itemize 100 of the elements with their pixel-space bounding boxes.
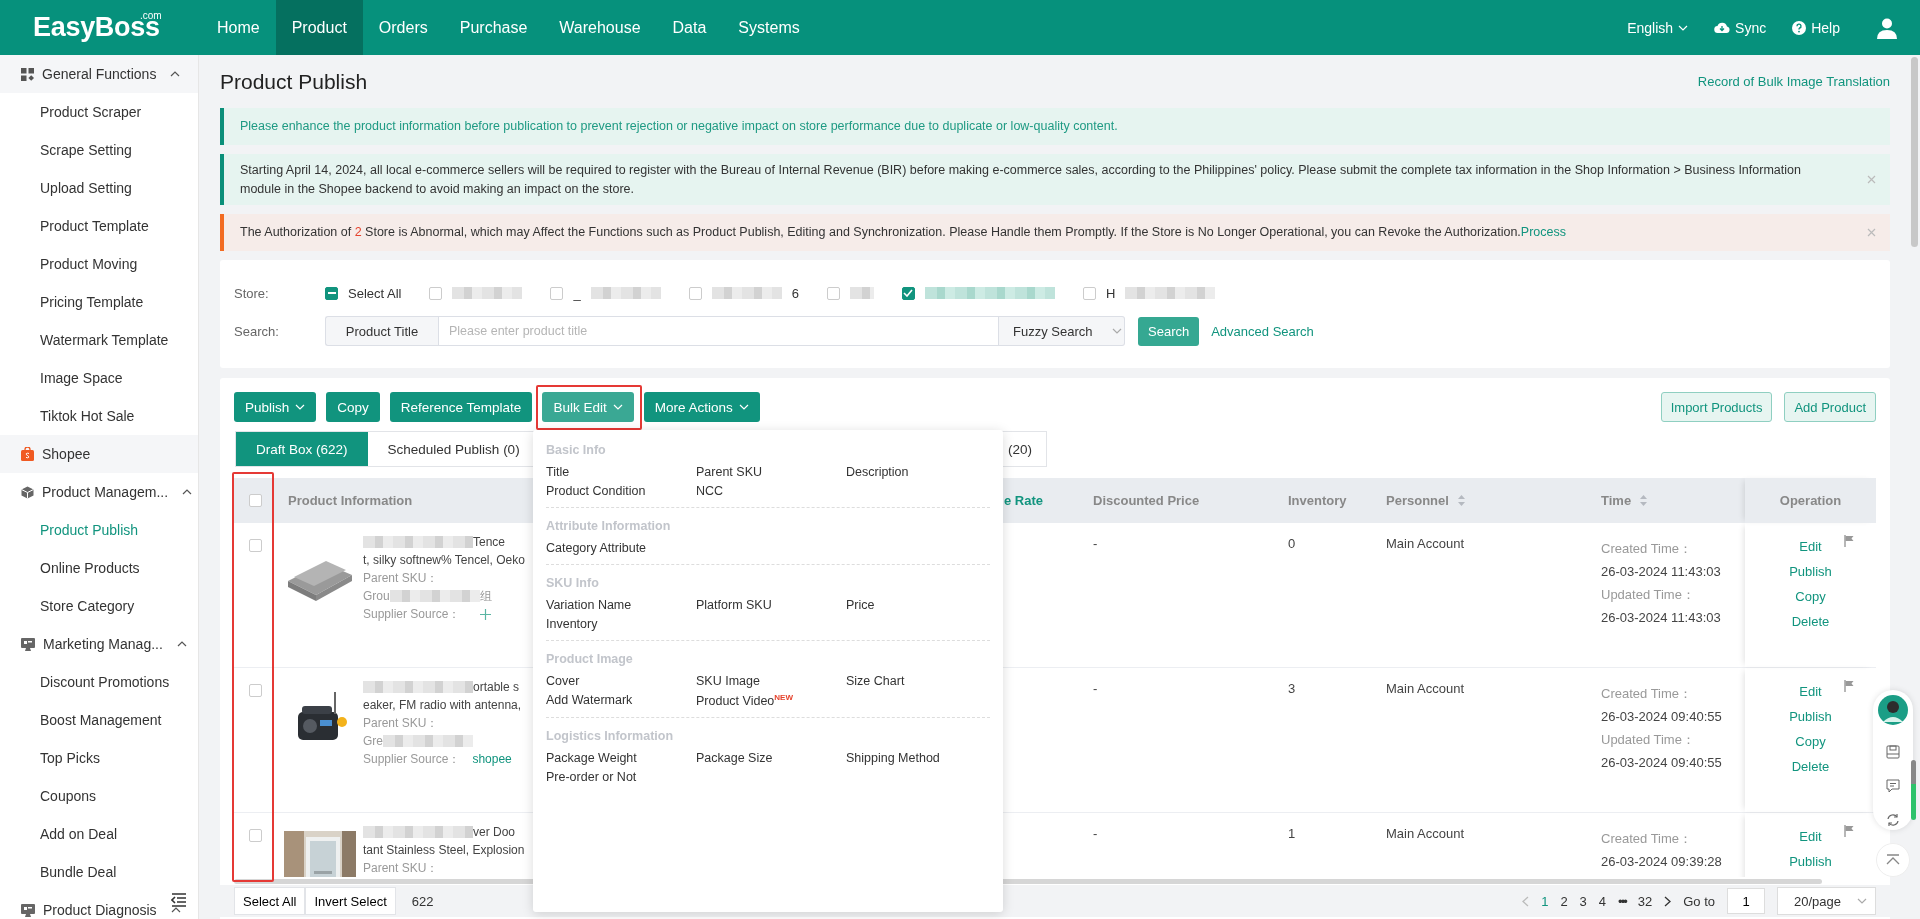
page-scrollbar[interactable] <box>1911 57 1918 247</box>
refresh-icon[interactable] <box>1886 813 1900 827</box>
close-icon[interactable] <box>1867 227 1876 237</box>
checkbox[interactable] <box>429 286 443 300</box>
select-all-button[interactable]: Select All <box>234 887 306 915</box>
help-button[interactable]: Help <box>1792 19 1840 36</box>
operation-link[interactable]: Publish <box>1789 709 1832 724</box>
sidebar-item[interactable]: Online Products <box>0 549 198 587</box>
menu-item[interactable]: Shipping Method <box>846 751 996 766</box>
checkbox[interactable] <box>826 286 840 300</box>
page-input[interactable]: 1 <box>1727 888 1765 914</box>
menu-item[interactable]: Cover <box>546 674 696 688</box>
page-number[interactable]: 4 <box>1598 893 1607 909</box>
sidebar-section[interactable]: Shopee <box>0 435 198 473</box>
chat-icon[interactable] <box>1886 779 1900 793</box>
search-field-selector[interactable]: Product Title <box>325 316 438 346</box>
toolbar-button[interactable]: Reference Template <box>389 392 533 422</box>
menu-item[interactable]: Platform SKU <box>696 598 846 612</box>
sidebar-item[interactable]: Pricing Template <box>0 283 198 321</box>
page-size-dropdown[interactable]: 20/page <box>1777 887 1876 915</box>
operation-link[interactable]: Edit <box>1799 539 1822 554</box>
sidebar-item[interactable]: Bundle Deal <box>0 853 198 891</box>
supplier-link[interactable]: shopee <box>472 750 512 768</box>
operation-link[interactable]: Publish <box>1789 854 1832 869</box>
advanced-search-link[interactable]: Advanced Search <box>1211 323 1314 339</box>
checkbox[interactable] <box>325 286 338 300</box>
page-number[interactable]: 3 <box>1579 893 1587 909</box>
flag-icon[interactable] <box>1844 535 1854 547</box>
sidebar-item[interactable]: Watermark Template <box>0 321 198 359</box>
nav-tab[interactable]: Warehouse <box>543 0 657 55</box>
sidebar-group[interactable]: Product Diagnosis <box>0 891 198 919</box>
next-page-icon[interactable] <box>1664 895 1672 907</box>
search-field[interactable]: Please enter product title <box>438 316 999 346</box>
tab[interactable]: Draft Box (622) <box>236 432 368 466</box>
menu-item[interactable]: NCC <box>696 484 846 498</box>
operation-link[interactable]: Edit <box>1799 684 1822 699</box>
menu-item[interactable]: Title <box>546 465 696 479</box>
sidebar-group[interactable]: Marketing Manag... <box>0 625 198 663</box>
checkbox[interactable] <box>901 286 915 300</box>
nav-tab[interactable]: Home <box>201 0 276 55</box>
page-ellipsis[interactable]: ••• <box>1618 893 1626 909</box>
menu-item[interactable]: Price <box>846 598 996 612</box>
sidebar-item[interactable]: Boost Management <box>0 701 198 739</box>
sidebar-item[interactable]: Product Template <box>0 207 198 245</box>
sidebar-section[interactable]: General Functions <box>0 55 198 93</box>
operation-link[interactable]: Edit <box>1799 829 1822 844</box>
sidebar-item[interactable]: Product Scraper <box>0 93 198 131</box>
nav-tab[interactable]: Systems <box>722 0 816 55</box>
language-selector[interactable]: English <box>1627 19 1689 36</box>
menu-item[interactable]: Product Condition <box>546 484 696 498</box>
search-mode-dropdown[interactable]: Fuzzy Search <box>999 316 1125 346</box>
checkbox[interactable] <box>248 539 262 552</box>
avatar-icon[interactable] <box>1878 695 1908 725</box>
sidebar-item[interactable]: Coupons <box>0 777 198 815</box>
operation-link[interactable]: Delete <box>1791 614 1830 629</box>
sync-button[interactable]: Sync <box>1714 19 1767 36</box>
sidebar-group[interactable]: Product Managem... <box>0 473 198 511</box>
menu-item[interactable]: SKU Image <box>696 674 846 688</box>
sidebar-item[interactable]: Discount Promotions <box>0 663 198 701</box>
menu-item[interactable]: Pre-order or Not <box>546 770 696 785</box>
toolbar-button[interactable]: More Actions <box>643 392 760 422</box>
flag-icon[interactable] <box>1844 680 1854 692</box>
page-number[interactable]: 32 <box>1637 893 1653 909</box>
checkbox[interactable] <box>1082 286 1096 300</box>
menu-item[interactable]: Variation Name <box>546 598 696 612</box>
sidebar-item[interactable]: Product Publish <box>0 511 198 549</box>
operation-link[interactable]: Delete <box>1791 759 1830 774</box>
nav-tab[interactable]: Orders <box>362 0 444 55</box>
checkbox[interactable] <box>248 684 262 697</box>
sidebar-item[interactable]: Store Category <box>0 587 198 625</box>
sort-icon[interactable] <box>1456 494 1466 507</box>
logo[interactable]: EasyBoss .com <box>0 0 190 55</box>
previous-page-icon[interactable] <box>1522 895 1530 907</box>
sidebar-item[interactable]: Add on Deal <box>0 815 198 853</box>
checkbox[interactable] <box>248 494 262 507</box>
back-to-top-icon[interactable] <box>1876 843 1910 877</box>
invert-select-button[interactable]: Invert Select <box>305 887 396 915</box>
sidebar-item[interactable]: Image Space <box>0 359 198 397</box>
nav-tab[interactable]: Product <box>275 0 363 55</box>
save-icon[interactable] <box>1886 745 1900 759</box>
add-icon[interactable] <box>480 608 492 620</box>
operation-link[interactable]: Publish <box>1789 564 1832 579</box>
menu-item[interactable]: Add Watermark <box>546 693 696 709</box>
sort-icon[interactable] <box>1639 494 1649 507</box>
toolbar-button[interactable]: Publish <box>234 392 317 422</box>
toolbar-button[interactable]: Copy <box>326 392 380 422</box>
menu-item[interactable]: Description <box>846 465 996 479</box>
nav-tab[interactable]: Data <box>656 0 723 55</box>
page-number[interactable]: 2 <box>1560 893 1568 909</box>
flag-icon[interactable] <box>1844 825 1854 837</box>
menu-item[interactable]: Parent SKU <box>696 465 846 479</box>
close-icon[interactable] <box>1867 174 1876 184</box>
horizontal-scrollbar[interactable] <box>234 879 1822 884</box>
user-icon[interactable] <box>1876 16 1898 39</box>
menu-item[interactable]: Inventory <box>546 617 696 631</box>
sidebar-item[interactable]: Tiktok Hot Sale <box>0 397 198 435</box>
menu-item[interactable]: Size Chart <box>846 674 996 688</box>
sidebar-item[interactable]: Scrape Setting <box>0 131 198 169</box>
sidebar-item[interactable]: Top Picks <box>0 739 198 777</box>
menu-item[interactable]: Category Attribute <box>546 541 696 555</box>
